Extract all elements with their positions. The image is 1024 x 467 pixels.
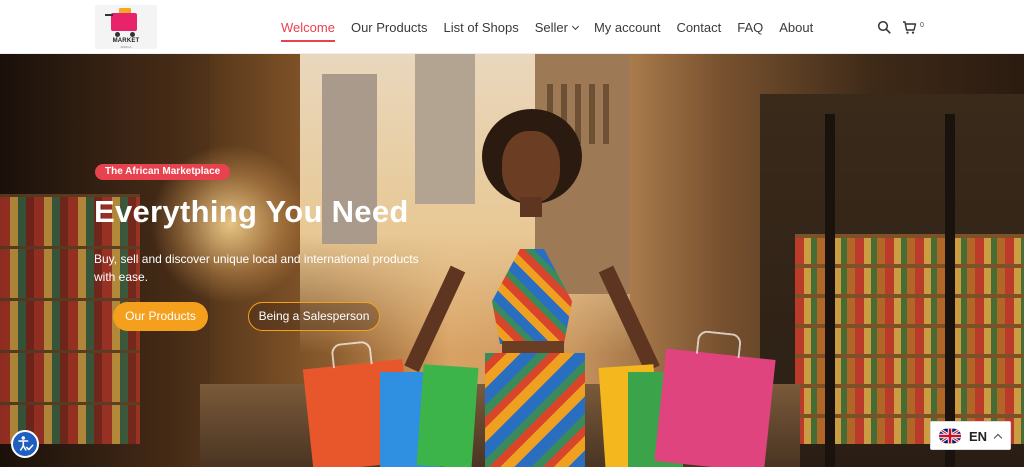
logo-cart-handle xyxy=(105,14,113,16)
hero-badge: The African Marketplace xyxy=(95,164,231,180)
accessibility-button[interactable] xyxy=(11,430,39,458)
nav-seller[interactable]: Seller xyxy=(534,20,579,35)
nav-our-products[interactable]: Our Products xyxy=(351,20,428,35)
shopping-bag xyxy=(416,364,479,467)
logo-subtext: AFRICA xyxy=(120,45,132,49)
hero-woman-face xyxy=(502,131,560,203)
logo-wheel xyxy=(130,32,135,37)
hero-woman-neck xyxy=(520,197,542,217)
hero-title: Everything You Need xyxy=(94,194,409,229)
logo-wheel xyxy=(115,32,120,37)
logo-text: MARKET xyxy=(112,38,140,44)
language-switcher[interactable]: EN xyxy=(930,421,1011,450)
hero-woman-skirt xyxy=(485,353,585,467)
our-products-button[interactable]: Our Products xyxy=(113,302,208,331)
logo-cart-shape xyxy=(111,13,137,31)
hero-subtitle: Buy, sell and discover unique local and … xyxy=(94,252,419,284)
hero-store-frame xyxy=(825,114,835,467)
nav-my-account[interactable]: My account xyxy=(594,20,660,35)
hero-woman-top xyxy=(492,249,572,344)
become-salesperson-button[interactable]: Being a Salesperson xyxy=(248,302,380,331)
cart-count-badge: 0 xyxy=(920,22,924,29)
chevron-down-icon xyxy=(571,22,579,31)
language-code: EN xyxy=(969,429,988,444)
nav-faq[interactable]: FAQ xyxy=(737,20,763,35)
site-logo[interactable]: MARKET AFRICA xyxy=(95,5,157,49)
hero-woman-arm xyxy=(598,265,660,373)
accessibility-icon xyxy=(18,436,34,451)
search-icon[interactable] xyxy=(877,20,891,34)
nav-welcome[interactable]: Welcome xyxy=(281,20,335,42)
chevron-up-icon xyxy=(993,433,1003,443)
main-nav: Welcome Our Products List of Shops Selle… xyxy=(281,20,829,42)
nav-list-of-shops[interactable]: List of Shops xyxy=(444,20,519,35)
hero-store-frame xyxy=(945,114,955,467)
nav-contact[interactable]: Contact xyxy=(676,20,721,35)
site-header: MARKET AFRICA Welcome Our Products List … xyxy=(0,0,1024,54)
uk-flag-icon xyxy=(939,428,961,444)
shopping-bag xyxy=(654,329,776,467)
nav-about[interactable]: About xyxy=(779,20,813,35)
nav-seller-label: Seller xyxy=(534,20,568,35)
cart-icon[interactable] xyxy=(902,20,917,35)
